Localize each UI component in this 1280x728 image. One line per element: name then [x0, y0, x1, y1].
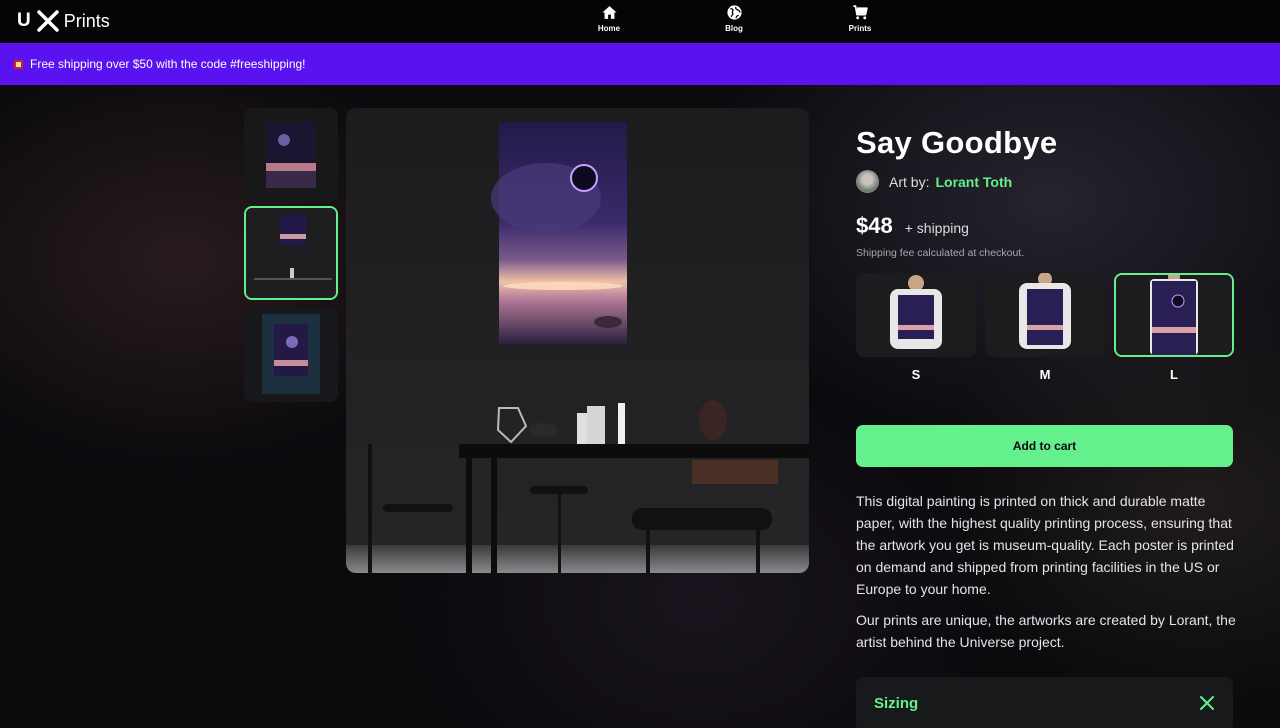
thumbnail-3[interactable]	[244, 308, 338, 402]
shipping-note: Shipping fee calculated at checkout.	[856, 247, 1025, 259]
description-paragraph-1: This digital painting is printed on thic…	[856, 493, 1234, 597]
nav-blog[interactable]: Blog	[704, 4, 764, 40]
nav-prints[interactable]: Prints	[830, 4, 890, 40]
size-option-m[interactable]	[985, 273, 1105, 357]
promo-text: Free shipping over $50 with the code #fr…	[30, 57, 306, 71]
price-row: $48 + shipping	[856, 213, 1234, 239]
nav-blog-label: Blog	[725, 24, 743, 33]
sizing-accordion[interactable]: Sizing	[856, 677, 1233, 728]
size-s-label: S	[911, 367, 921, 382]
artist-label: Art by:	[889, 173, 930, 190]
size-l-label: L	[1170, 367, 1178, 382]
size-l-preview	[1116, 275, 1232, 355]
top-navigation-bar: U Prints Home Blog Prints	[0, 0, 1280, 43]
size-m-label: M	[1039, 367, 1051, 382]
size-m-preview	[985, 273, 1105, 357]
product-price: $48	[856, 213, 893, 238]
thumbnail-3-image	[244, 308, 338, 402]
logo[interactable]: U Prints	[17, 8, 110, 34]
description-paragraph-2: Our prints are unique, the artworks are …	[856, 612, 1236, 650]
product-info-panel: Say Goodbye Art by: Lorant Toth $48 + sh…	[856, 125, 1234, 388]
gift-icon	[14, 59, 23, 69]
product-title: Say Goodbye	[856, 125, 1058, 160]
promo-banner: Free shipping over $50 with the code #fr…	[0, 43, 1280, 85]
thumbnail-1[interactable]	[244, 108, 338, 202]
cart-icon	[852, 5, 868, 20]
thumbnail-2-image	[246, 208, 336, 298]
artist-row: Art by: Lorant Toth	[856, 170, 1234, 193]
product-description: This digital painting is printed on thic…	[856, 490, 1236, 653]
thumbnail-2[interactable]	[244, 206, 338, 300]
price-shipping-label: + shipping	[904, 220, 969, 236]
nav-home[interactable]: Home	[579, 4, 639, 40]
nav-prints-label: Prints	[848, 24, 872, 33]
close-icon[interactable]	[1199, 695, 1215, 711]
room-scene	[346, 108, 809, 573]
main-product-image	[346, 108, 809, 573]
logo-mark: U	[17, 10, 32, 31]
globe-icon	[726, 5, 742, 20]
home-icon	[601, 6, 617, 19]
logo-x-icon	[36, 10, 59, 32]
size-option-l[interactable]	[1114, 273, 1234, 357]
add-to-cart-button[interactable]: Add to cart	[856, 425, 1233, 467]
size-s-preview	[856, 273, 976, 357]
thumbnail-1-image	[244, 108, 338, 202]
artist-name-link[interactable]: Lorant Toth	[935, 174, 1012, 190]
nav-home-label: Home	[597, 24, 621, 33]
artist-avatar	[856, 170, 879, 193]
size-selector: S M L	[856, 273, 1234, 388]
logo-text: Prints	[63, 10, 110, 31]
sizing-label: Sizing	[874, 695, 919, 712]
size-option-s[interactable]	[856, 273, 976, 357]
